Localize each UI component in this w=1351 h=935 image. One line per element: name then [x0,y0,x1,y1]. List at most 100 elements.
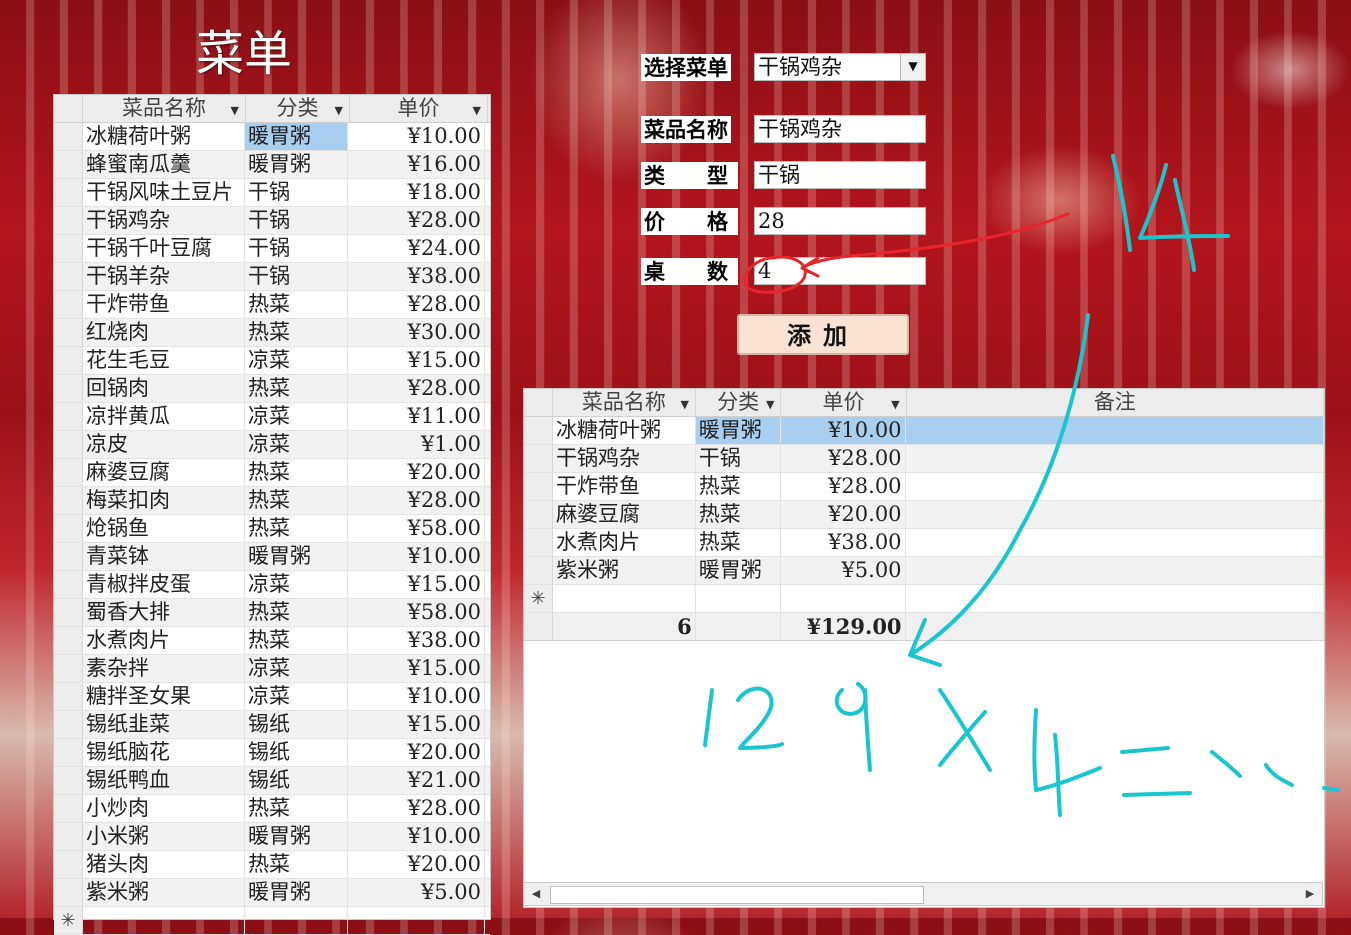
table-row[interactable]: 麻婆豆腐 热菜 ¥20.00 [524,501,1325,529]
table-cell[interactable]: 冰糖荷叶粥 [83,123,245,150]
table-row[interactable]: 锡纸脑花 锡纸 ¥20.00 [54,739,490,767]
table-cell[interactable] [553,585,696,612]
table-cell[interactable] [906,557,1325,584]
table-cell[interactable] [905,417,1325,444]
table-cell[interactable]: 暖胃粥 [245,151,348,178]
dish-name-field[interactable]: 干锅鸡杂 [754,115,926,143]
table-cell[interactable] [83,907,245,934]
table-cell[interactable]: 暖胃粥 [245,879,348,906]
table-cell[interactable]: ¥10.00 [348,683,485,710]
table-row[interactable]: 猪头肉 热菜 ¥20.00 [54,851,490,879]
table-cell[interactable]: 干锅 [696,445,781,472]
column-header-price[interactable]: 单价 ▼ [781,389,907,416]
table-cell[interactable]: 回锅肉 [83,375,245,402]
type-field[interactable]: 干锅 [754,161,926,189]
table-row[interactable]: 凉拌黄瓜 凉菜 ¥11.00 [54,403,490,431]
table-cell[interactable]: 糖拌圣女果 [83,683,245,710]
table-cell[interactable]: 干锅羊杂 [83,263,245,290]
table-cell[interactable]: ¥10.00 [780,417,906,444]
table-row[interactable]: 锡纸鸭血 锡纸 ¥21.00 [54,767,490,795]
row-selector[interactable] [54,655,83,682]
table-cell[interactable] [906,501,1325,528]
row-selector[interactable] [54,235,83,262]
table-cell[interactable] [906,585,1325,612]
table-row[interactable]: 炝锅鱼 热菜 ¥58.00 [54,515,490,543]
table-cell[interactable]: 锡纸 [245,767,348,794]
table-cell[interactable]: 猪头肉 [83,851,245,878]
chevron-down-icon[interactable]: ▼ [900,54,925,80]
row-selector[interactable] [54,123,83,150]
table-cell[interactable]: 干锅 [245,235,348,262]
row-selector[interactable] [54,879,83,906]
table-cell[interactable]: 干炸带鱼 [83,291,245,318]
row-selector[interactable] [54,207,83,234]
chevron-down-icon[interactable]: ▼ [231,97,239,124]
table-row[interactable]: 锡纸韭菜 锡纸 ¥15.00 [54,711,490,739]
table-cell[interactable]: 蜂蜜南瓜羹 [83,151,245,178]
table-cell[interactable]: 干锅风味土豆片 [83,179,245,206]
table-cell[interactable]: 锡纸韭菜 [83,711,245,738]
table-row[interactable]: 水煮肉片 热菜 ¥38.00 [524,529,1325,557]
select-all-corner[interactable] [524,389,553,416]
row-selector[interactable] [524,473,553,500]
table-cell[interactable] [906,445,1325,472]
table-cell[interactable]: 凉菜 [245,403,348,430]
table-cell[interactable]: ¥28.00 [348,795,485,822]
new-record-row[interactable]: ✳ [54,907,490,935]
row-selector[interactable] [54,403,83,430]
table-cell[interactable]: ¥24.00 [348,235,485,262]
row-selector[interactable] [54,515,83,542]
table-row[interactable]: 青菜钵 暖胃粥 ¥10.00 [54,543,490,571]
chevron-down-icon[interactable]: ▼ [335,97,343,124]
row-selector[interactable] [54,459,83,486]
row-selector[interactable] [54,599,83,626]
table-cell[interactable]: ¥38.00 [781,529,906,556]
table-cell[interactable]: 蜀香大排 [83,599,245,626]
table-row[interactable]: 干炸带鱼 热菜 ¥28.00 [54,291,490,319]
column-header-category[interactable]: 分类 ▼ [246,95,350,122]
table-cell[interactable]: 凉皮 [83,431,245,458]
table-row[interactable]: 干锅鸡杂 干锅 ¥28.00 [524,445,1325,473]
scroll-left-icon[interactable]: ◀ [525,884,547,904]
row-selector[interactable] [524,417,553,444]
table-cell[interactable]: ¥20.00 [348,739,485,766]
row-selector[interactable] [54,739,83,766]
table-cell[interactable]: ¥28.00 [348,375,485,402]
table-row[interactable]: 干锅千叶豆腐 干锅 ¥24.00 [54,235,490,263]
table-cell[interactable]: ¥58.00 [348,599,485,626]
table-row[interactable]: 蜂蜜南瓜羹 暖胃粥 ¥16.00 [54,151,490,179]
table-cell[interactable]: 冰糖荷叶粥 [553,417,696,444]
table-cell[interactable]: 水煮肉片 [83,627,245,654]
table-cell[interactable]: ¥20.00 [348,459,485,486]
table-cell[interactable]: ¥28.00 [348,487,485,514]
table-cell[interactable] [781,585,906,612]
table-cell[interactable]: 干锅 [245,179,348,206]
table-cell[interactable] [348,907,485,934]
table-cell[interactable]: ¥16.00 [348,151,485,178]
table-cell[interactable]: 干锅 [245,263,348,290]
row-selector[interactable] [54,347,83,374]
row-selector[interactable] [54,179,83,206]
table-cell[interactable] [245,907,348,934]
table-cell[interactable]: 干锅鸡杂 [83,207,245,234]
row-selector[interactable] [54,571,83,598]
table-cell[interactable]: 凉菜 [245,431,348,458]
table-cell[interactable]: ¥11.00 [348,403,485,430]
table-row[interactable]: 干锅风味土豆片 干锅 ¥18.00 [54,179,490,207]
tables-field[interactable]: 4 [754,257,926,285]
table-row[interactable]: 素杂拌 凉菜 ¥15.00 [54,655,490,683]
table-cell[interactable]: ¥20.00 [781,501,906,528]
column-header-category[interactable]: 分类 ▼ [696,389,782,416]
select-menu-combobox[interactable]: 干锅鸡杂 ▼ [754,53,926,81]
table-cell[interactable]: 凉菜 [245,347,348,374]
table-cell[interactable]: ¥30.00 [348,319,485,346]
column-header-remark[interactable]: 备注 [907,389,1324,416]
table-cell[interactable]: 麻婆豆腐 [553,501,696,528]
table-cell[interactable]: 热菜 [245,375,348,402]
table-row[interactable]: 冰糖荷叶粥 暖胃粥 ¥10.00 [54,123,490,151]
table-cell[interactable]: 锡纸 [245,739,348,766]
row-selector[interactable] [54,151,83,178]
row-selector[interactable] [54,431,83,458]
table-cell[interactable]: 凉拌黄瓜 [83,403,245,430]
table-cell[interactable]: ¥28.00 [348,207,485,234]
